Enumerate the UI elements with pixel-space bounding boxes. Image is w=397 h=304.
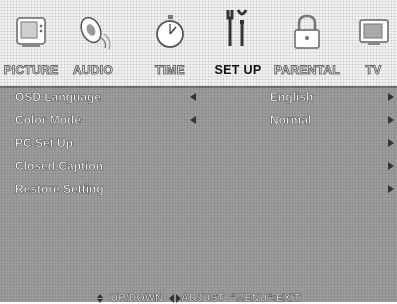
tools-icon bbox=[226, 9, 248, 46]
left-right-arrows-icon bbox=[169, 293, 181, 303]
tab-parental[interactable]: PARENTAL bbox=[266, 0, 348, 86]
adjust-hint: ADJUST bbox=[181, 292, 225, 304]
tab-audio-label: AUDIO bbox=[72, 63, 114, 78]
arrow-right-icon[interactable] bbox=[388, 93, 394, 101]
arrow-left-icon[interactable] bbox=[190, 93, 196, 101]
tab-tv[interactable]: TV bbox=[350, 0, 397, 86]
speaker-icon bbox=[80, 16, 111, 50]
tab-picture-label: PICTURE bbox=[3, 63, 59, 78]
arrow-right-icon[interactable] bbox=[388, 185, 394, 193]
menu-item-label: Color Mode bbox=[15, 113, 82, 128]
setup-menu-screen: PICTURE AUDIO TIME SET UP PARENTAL TV OS… bbox=[0, 0, 397, 304]
menu-item-closed-caption[interactable]: Closed Caption bbox=[0, 157, 397, 180]
stopwatch-icon bbox=[156, 15, 184, 48]
menu-item-label: PC Set Up bbox=[15, 136, 74, 151]
updown-hint: UP/DOWN bbox=[110, 292, 163, 304]
menu-item-label: Restore Setting bbox=[15, 182, 104, 197]
tab-time[interactable]: TIME bbox=[124, 0, 216, 86]
menu-item-value: Normal bbox=[270, 113, 312, 128]
arrow-left-icon[interactable] bbox=[190, 116, 196, 124]
arrow-right-icon[interactable] bbox=[388, 162, 394, 170]
tab-time-label: TIME bbox=[155, 63, 186, 78]
tab-tv-label: TV bbox=[365, 63, 382, 78]
menu-item-value: English bbox=[270, 90, 314, 105]
tab-setup-label: SET UP bbox=[214, 63, 262, 77]
arrow-right-icon[interactable] bbox=[388, 116, 394, 124]
exit-hint: "MENU":EXIT bbox=[230, 292, 301, 304]
padlock-icon bbox=[294, 14, 320, 49]
tab-audio[interactable]: AUDIO bbox=[62, 0, 124, 86]
settings-panel: OSD Language English Color Mode Normal P… bbox=[0, 88, 397, 302]
key-help-bar: UP/DOWN ADJUST "MENU":EXIT bbox=[0, 292, 397, 304]
menu-item-restore-setting[interactable]: Restore Setting bbox=[0, 180, 397, 203]
menu-item-label: OSD Language bbox=[15, 90, 102, 105]
tab-picture[interactable]: PICTURE bbox=[0, 0, 62, 86]
menu-item-label: Closed Caption bbox=[15, 159, 104, 174]
menu-item-color-mode[interactable]: Color Mode Normal bbox=[0, 111, 397, 134]
tv-icon bbox=[16, 17, 46, 47]
menu-item-osd-language[interactable]: OSD Language English bbox=[0, 88, 397, 111]
tab-setup[interactable]: SET UP bbox=[212, 0, 264, 86]
up-down-arrows-icon bbox=[96, 293, 103, 303]
menu-item-pc-set-up[interactable]: PC Set Up bbox=[0, 134, 397, 157]
tab-parental-label: PARENTAL bbox=[274, 63, 341, 78]
tv-screen-icon bbox=[358, 19, 389, 45]
category-tab-bar: PICTURE AUDIO TIME SET UP PARENTAL TV bbox=[0, 0, 397, 86]
arrow-right-icon[interactable] bbox=[388, 139, 394, 147]
